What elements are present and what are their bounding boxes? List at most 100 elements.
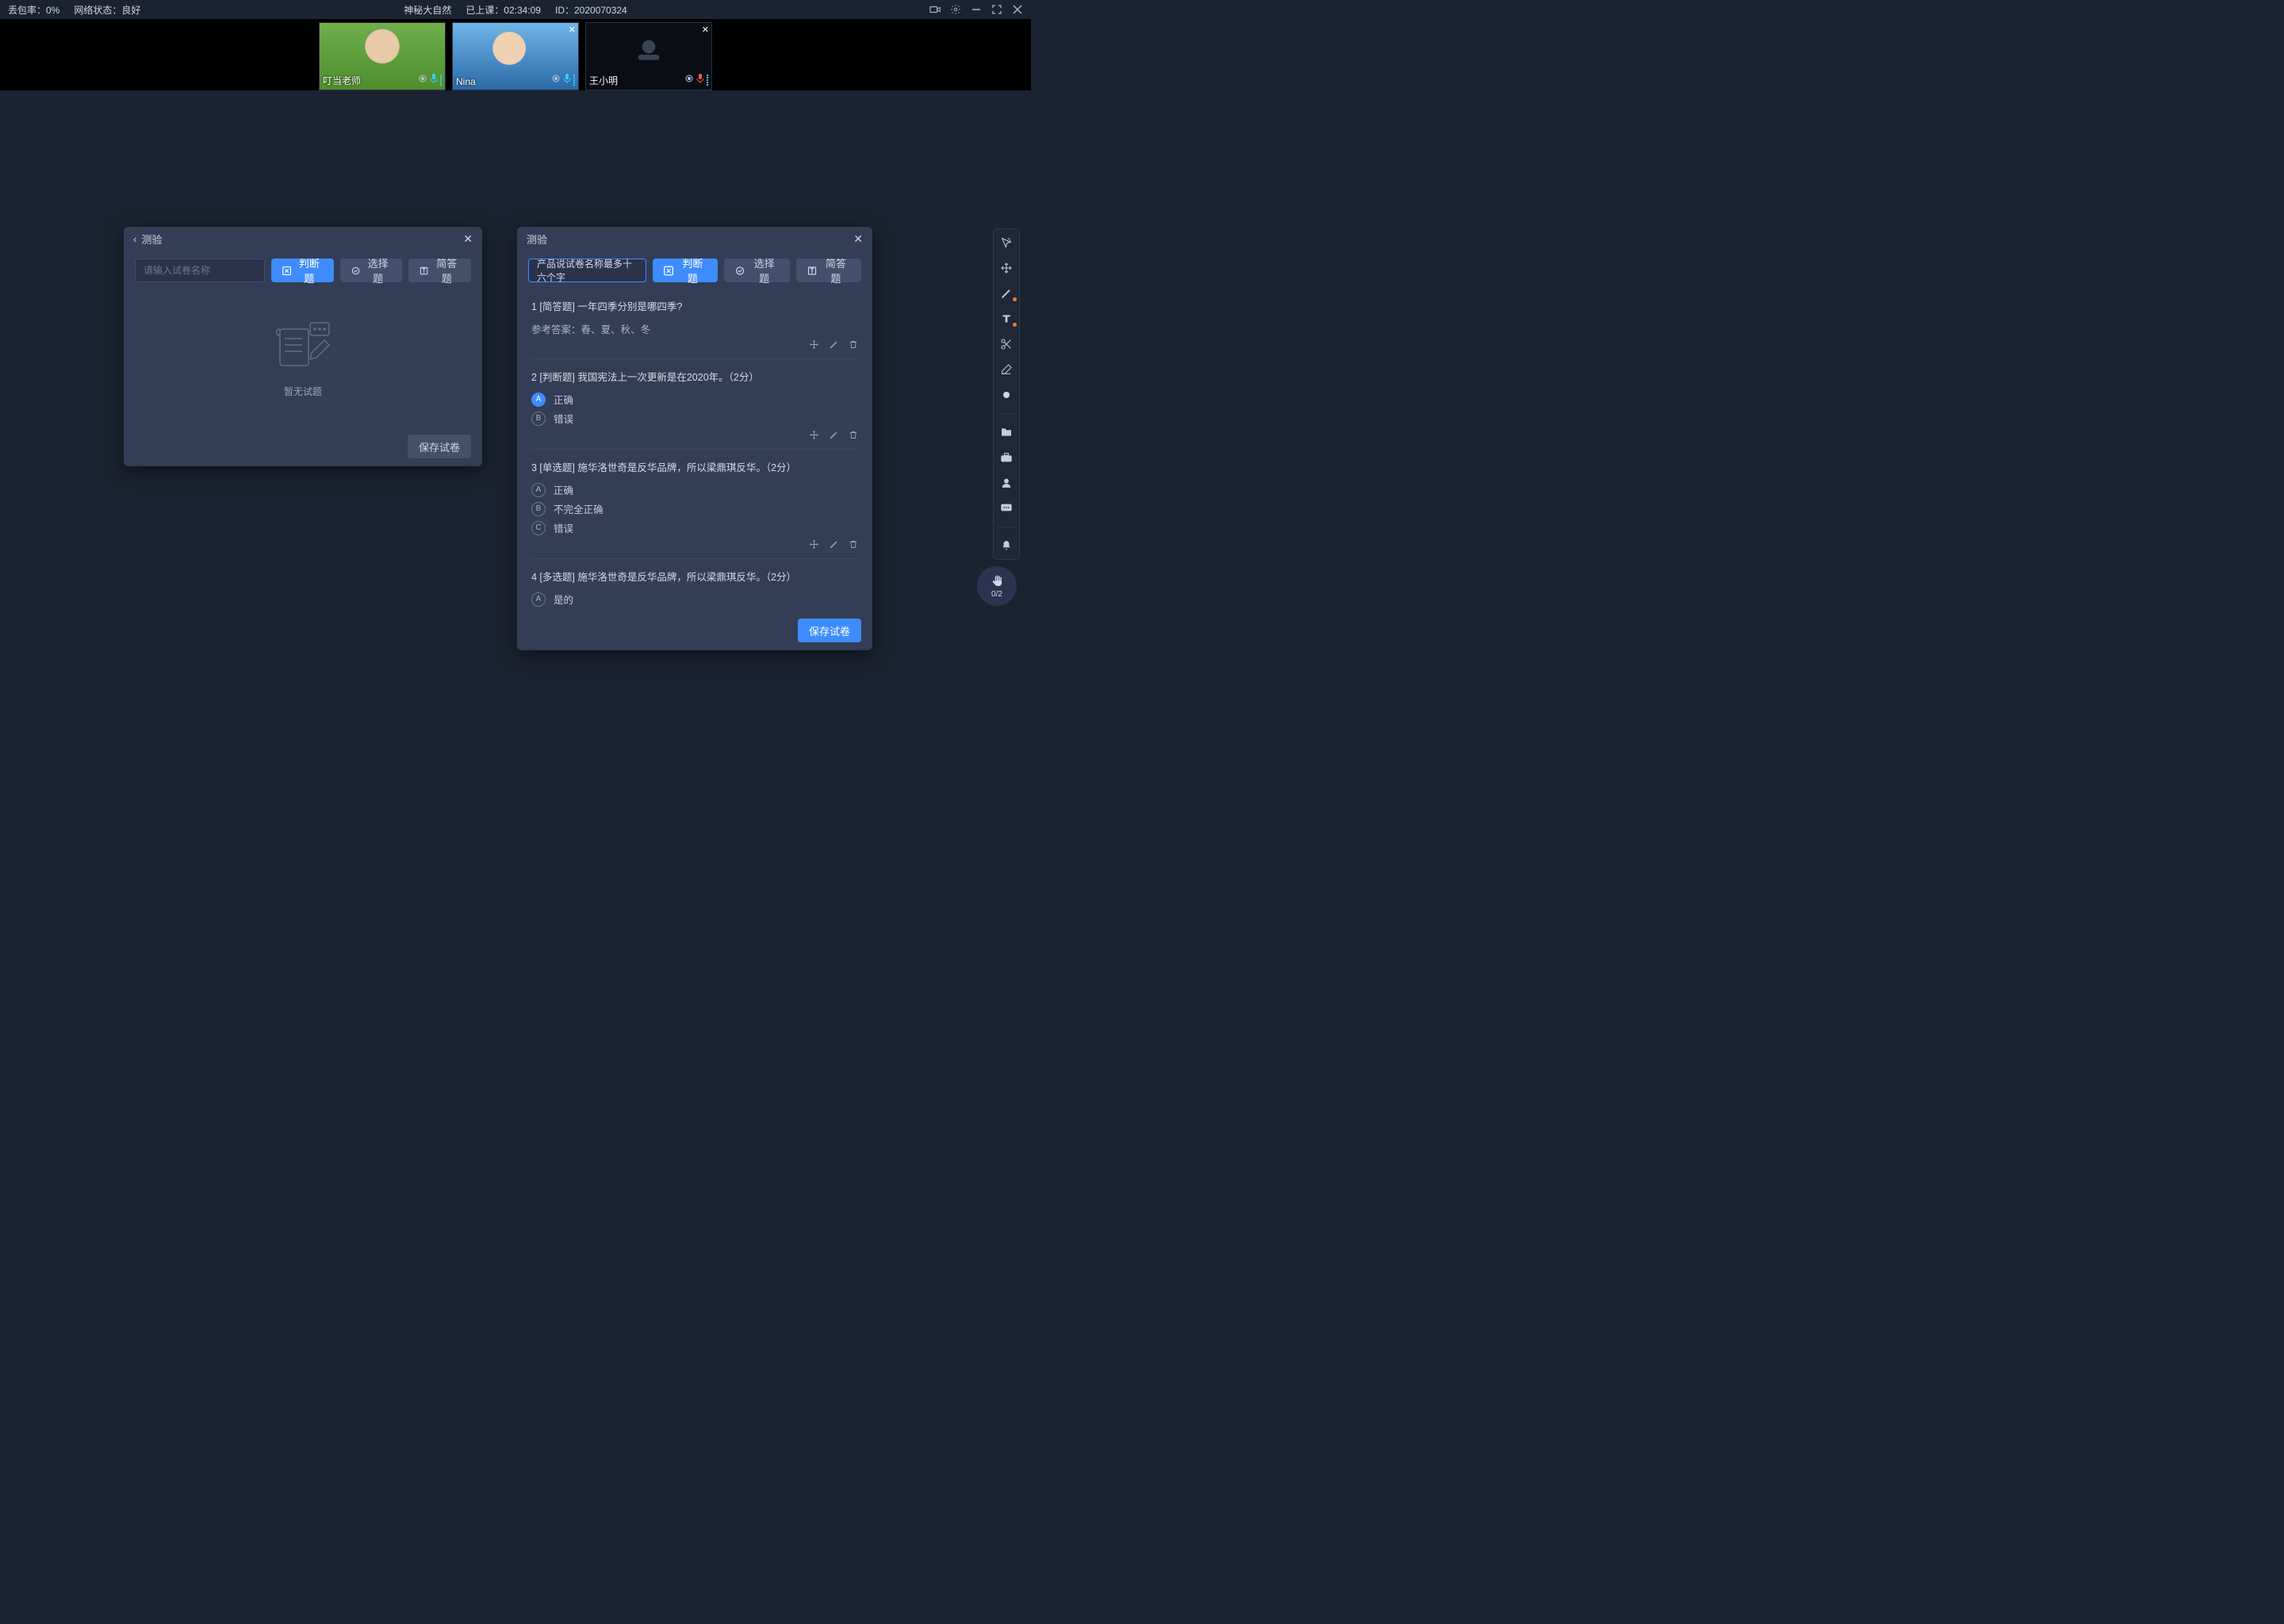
title-bar: 丢包率：0% 网络状态：良好 神秘大自然 已上课：02:34:09 ID：202… xyxy=(0,0,1031,19)
video-name-label: Nina xyxy=(456,76,476,87)
option-letter-badge: A xyxy=(531,592,546,607)
raise-hand-fab[interactable]: 0/2 xyxy=(977,566,1017,606)
edit-question-icon[interactable] xyxy=(829,339,839,352)
back-icon[interactable]: ‹ xyxy=(133,233,136,245)
panel-close-icon[interactable]: ✕ xyxy=(853,232,863,246)
quiz-panel-edit: 测验 ✕ 产品说试卷名称最多十六个字 判断题 选择题 简答题 1 [简答题] 一… xyxy=(517,227,872,650)
short-answer-button[interactable]: 简答题 xyxy=(408,259,471,282)
mic-level-icon xyxy=(440,75,442,86)
option-letter-badge: A xyxy=(531,483,546,497)
choice-question-button[interactable]: 选择题 xyxy=(724,259,789,282)
quiz-panel-empty: ‹ 测验 ✕ 判断题 选择题 简答题 暂无试题 保存试卷 xyxy=(124,227,482,466)
indicator-dot-icon xyxy=(1013,323,1017,327)
judge-question-button[interactable]: 判断题 xyxy=(271,259,334,282)
mic-muted-icon[interactable] xyxy=(696,73,704,87)
quiz-name-field[interactable]: 产品说试卷名称最多十六个字 xyxy=(528,259,646,282)
move-question-icon[interactable] xyxy=(809,430,819,442)
chat-icon[interactable] xyxy=(998,501,1014,515)
question-option[interactable]: B错误 xyxy=(531,411,858,426)
question-item: 3 [单选题] 施华洛世奇是反华品牌，所以梁鼎琪反华。（2分）A正确B不完全正确… xyxy=(531,450,858,559)
room-id-label: ID：2020070324 xyxy=(555,3,627,17)
option-text: 正确 xyxy=(554,482,573,497)
move-icon[interactable] xyxy=(998,261,1014,275)
mic-icon[interactable] xyxy=(430,73,438,87)
video-tile[interactable]: ✕ Nina xyxy=(452,22,579,90)
record-icon[interactable] xyxy=(929,4,941,15)
video-tile[interactable]: 叮当老师 xyxy=(319,22,446,90)
close-icon[interactable] xyxy=(1012,4,1023,15)
delete-question-icon[interactable] xyxy=(849,430,858,442)
panel-close-icon[interactable]: ✕ xyxy=(463,232,473,246)
video-close-icon[interactable]: ✕ xyxy=(702,25,709,35)
edit-question-icon[interactable] xyxy=(829,430,839,442)
move-question-icon[interactable] xyxy=(809,539,819,552)
question-option[interactable]: C错误 xyxy=(531,520,858,535)
choice-question-button[interactable]: 选择题 xyxy=(340,259,403,282)
save-quiz-button[interactable]: 保存试卷 xyxy=(408,435,471,458)
user-icon[interactable] xyxy=(998,476,1014,490)
text-icon[interactable] xyxy=(998,312,1014,326)
minimize-icon[interactable] xyxy=(971,4,982,15)
quiz-name-input[interactable] xyxy=(135,259,265,282)
question-item: 2 [判断题] 我国宪法上一次更新是在2020年。（2分） A正确 B错误 xyxy=(531,359,858,450)
bell-icon[interactable] xyxy=(998,538,1014,553)
indicator-dot-icon xyxy=(1013,297,1017,301)
option-letter-badge: C xyxy=(531,521,546,535)
video-tile[interactable]: ✕ 王小明 xyxy=(585,22,712,90)
video-close-icon[interactable]: ✕ xyxy=(569,25,576,35)
question-list[interactable]: 1 [简答题] 一年四季分别是哪四季?参考答案：春、夏、秋、冬2 [判断题] 我… xyxy=(517,289,872,611)
short-answer-button[interactable]: 简答题 xyxy=(796,259,861,282)
question-item: 1 [简答题] 一年四季分别是哪四季?参考答案：春、夏、秋、冬 xyxy=(531,289,858,359)
mic-level-icon xyxy=(707,75,708,86)
packet-loss-label: 丢包率：0% xyxy=(8,3,59,17)
move-question-icon[interactable] xyxy=(809,339,819,352)
text-icon xyxy=(807,266,817,276)
eraser-icon[interactable] xyxy=(998,362,1014,377)
empty-text: 暂无试题 xyxy=(284,385,322,398)
option-letter-badge: B xyxy=(531,502,546,516)
delete-question-icon[interactable] xyxy=(849,539,858,552)
scissors-icon[interactable] xyxy=(998,337,1014,351)
option-letter-badge: B xyxy=(531,412,546,426)
network-status-label: 网络状态：良好 xyxy=(74,3,140,17)
pointer-magic-icon[interactable] xyxy=(998,236,1014,250)
course-title: 神秘大自然 xyxy=(404,3,451,17)
toolbox-icon[interactable] xyxy=(998,450,1014,465)
judge-icon xyxy=(664,266,673,276)
mic-icon[interactable] xyxy=(563,73,571,87)
question-option[interactable]: B 不完全正确 xyxy=(531,501,858,516)
empty-state: 暂无试题 xyxy=(124,289,482,427)
choice-icon xyxy=(351,266,360,276)
question-title: 1 [简答题] 一年四季分别是哪四季? xyxy=(531,298,858,313)
right-toolbar xyxy=(993,228,1020,560)
question-title: 2 [判断题] 我国宪法上一次更新是在2020年。（2分） xyxy=(531,369,858,384)
edit-question-icon[interactable] xyxy=(829,539,839,552)
toolbar-divider xyxy=(998,413,1015,414)
question-option[interactable]: A正确 xyxy=(531,392,858,407)
folder-icon[interactable] xyxy=(998,425,1014,439)
fullscreen-icon[interactable] xyxy=(991,4,1002,15)
video-strip: 叮当老师 ✕ Nina ✕ 王小明 xyxy=(0,19,1031,90)
question-option[interactable]: A 正确 xyxy=(531,482,858,497)
signal-icon xyxy=(418,73,427,87)
video-name-label: 王小明 xyxy=(589,74,618,87)
signal-icon xyxy=(551,73,561,87)
delete-question-icon[interactable] xyxy=(849,339,858,352)
option-text: 不完全正确 xyxy=(554,501,604,516)
question-item: 4 [多选题] 施华洛世奇是反华品牌，所以梁鼎琪反华。（2分）A是的B不完全正确… xyxy=(531,559,858,611)
panel-title: 测验 xyxy=(527,232,547,247)
settings-icon[interactable] xyxy=(950,4,961,15)
signal-icon xyxy=(684,73,694,87)
raise-hand-count: 0/2 xyxy=(991,590,1002,599)
video-name-label: 叮当老师 xyxy=(323,74,361,87)
question-option[interactable]: A是的 xyxy=(531,592,858,607)
color-dot-icon[interactable] xyxy=(998,388,1014,402)
judge-question-button[interactable]: 判断题 xyxy=(653,259,718,282)
question-title: 4 [多选题] 施华洛世奇是反华品牌，所以梁鼎琪反华。（2分） xyxy=(531,569,858,584)
text-icon xyxy=(420,266,428,276)
elapsed-time-label: 已上课：02:34:09 xyxy=(466,3,541,17)
mic-level-icon xyxy=(573,75,575,86)
pen-icon[interactable] xyxy=(998,286,1014,301)
hand-icon xyxy=(990,574,1004,588)
save-quiz-button[interactable]: 保存试卷 xyxy=(798,619,861,642)
